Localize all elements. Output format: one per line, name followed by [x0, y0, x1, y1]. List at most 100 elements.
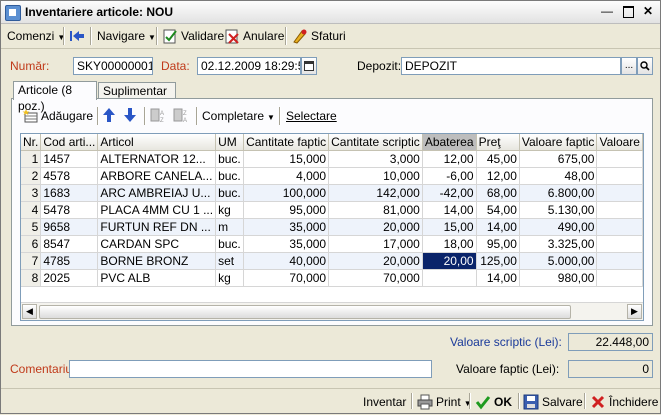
cell-extra[interactable] — [596, 218, 643, 236]
column-header[interactable]: Cantitate scriptic — [328, 134, 423, 151]
cell-articol[interactable]: PLACA 4MM CU 1 ... — [97, 201, 217, 219]
anulare-button[interactable]: Anulare — [224, 27, 284, 45]
column-header[interactable]: Preţ — [476, 134, 520, 151]
cell-abaterea[interactable]: 15,00 — [422, 218, 477, 236]
column-header[interactable]: Articol — [97, 134, 217, 151]
cell-extra[interactable] — [596, 269, 643, 287]
cell-scriptic[interactable]: 10,000 — [328, 167, 423, 185]
cell-articol[interactable]: BORNE BRONZ — [97, 252, 217, 270]
cell-valoare[interactable]: 48,00 — [519, 167, 598, 185]
selectare-button[interactable]: Selectare — [286, 107, 337, 125]
table-row[interactable]: 4 5478 PLACA 4MM CU 1 ... kg 95,000 81,0… — [21, 201, 643, 219]
cell-valoare[interactable]: 980,00 — [519, 269, 598, 287]
column-header[interactable]: Nr. — [21, 134, 42, 151]
data-field[interactable]: 02.12.2009 18:29:58 — [197, 57, 301, 75]
sort-desc-icon[interactable]: ZA — [173, 107, 189, 125]
cell-abaterea[interactable]: 18,00 — [422, 235, 477, 253]
cell-faptic[interactable]: 35,000 — [243, 218, 330, 236]
cell-scriptic[interactable]: 20,000 — [328, 218, 423, 236]
cell-abaterea[interactable]: -6,00 — [422, 167, 477, 185]
cell-scriptic[interactable]: 142,000 — [328, 184, 423, 202]
numar-field[interactable]: SKY00000001 — [73, 57, 153, 75]
validare-button[interactable]: Validare — [162, 27, 224, 45]
cell-cod[interactable]: 4785 — [40, 252, 99, 270]
cell-faptic[interactable]: 15,000 — [243, 150, 330, 168]
cell-faptic[interactable]: 35,000 — [243, 235, 330, 253]
table-row[interactable]: 8 2025 PVC ALB kg 70,000 70,000 14,00 98… — [21, 269, 643, 287]
comentariu-field[interactable] — [69, 360, 432, 378]
cell-faptic[interactable]: 95,000 — [243, 201, 330, 219]
column-header[interactable]: Valoare — [596, 134, 643, 151]
ellipsis-button[interactable]: ... — [621, 57, 637, 75]
cell-um[interactable]: buc. — [215, 184, 245, 202]
cell-um[interactable]: buc. — [215, 150, 245, 168]
cell-pret[interactable]: 12,00 — [476, 167, 520, 185]
table-row[interactable]: 5 9658 FURTUN REF DN ... m 35,000 20,000… — [21, 218, 643, 236]
articles-grid[interactable]: Nr. Cod arti... Articol UM Cantitate fap… — [20, 133, 644, 321]
tab-suplimentar[interactable]: Suplimentar — [98, 82, 176, 99]
sfaturi-button[interactable]: Sfaturi — [292, 27, 346, 45]
table-row[interactable]: 2 4578 ARBORE CANELA... buc. 4,000 10,00… — [21, 167, 643, 185]
inventar-button[interactable]: Inventar — [363, 393, 406, 411]
cell-articol[interactable]: PVC ALB — [97, 269, 217, 287]
cell-pret[interactable]: 95,00 — [476, 235, 520, 253]
column-header[interactable]: Abaterea — [422, 134, 477, 151]
navigare-menu[interactable]: Navigare ▼ — [97, 27, 156, 45]
horizontal-scrollbar[interactable]: ◀ ▶ — [21, 302, 643, 320]
table-row[interactable]: 6 8547 CARDAN SPC buc. 35,000 17,000 18,… — [21, 235, 643, 253]
tab-articole[interactable]: Articole (8 poz.) — [13, 81, 97, 113]
cell-cod[interactable]: 8547 — [40, 235, 99, 253]
cell-valoare[interactable]: 675,00 — [519, 150, 598, 168]
cell-valoare[interactable]: 6.800,00 — [519, 184, 598, 202]
cell-cod[interactable]: 9658 — [40, 218, 99, 236]
cell-abaterea[interactable]: -42,00 — [422, 184, 477, 202]
salvare-button[interactable]: Salvare — [523, 393, 583, 411]
cell-pret[interactable]: 14,00 — [476, 269, 520, 287]
cell-extra[interactable] — [596, 201, 643, 219]
depozit-field[interactable]: DEPOZIT — [401, 57, 621, 75]
cell-abaterea[interactable] — [422, 269, 477, 287]
back-arrow-icon[interactable] — [69, 27, 88, 45]
cell-articol[interactable]: CARDAN SPC — [97, 235, 217, 253]
cell-pret[interactable]: 54,00 — [476, 201, 520, 219]
cell-scriptic[interactable]: 81,000 — [328, 201, 423, 219]
minimize-icon[interactable]: — — [599, 4, 615, 19]
cell-valoare[interactable]: 3.325,00 — [519, 235, 598, 253]
cell-um[interactable]: kg — [215, 201, 245, 219]
cell-cod[interactable]: 2025 — [40, 269, 99, 287]
cell-faptic[interactable]: 100,000 — [243, 184, 330, 202]
table-row[interactable]: 3 1683 ARC AMBREIAJ U... buc. 100,000 14… — [21, 184, 643, 202]
cell-faptic[interactable]: 70,000 — [243, 269, 330, 287]
scroll-right-icon[interactable]: ▶ — [627, 304, 642, 319]
column-header[interactable]: Valoare faptic — [519, 134, 598, 151]
cell-cod[interactable]: 4578 — [40, 167, 99, 185]
cell-cod[interactable]: 1683 — [40, 184, 99, 202]
cell-valoare[interactable]: 490,00 — [519, 218, 598, 236]
search-icon[interactable] — [637, 57, 653, 75]
table-row[interactable]: 1 1457 ALTERNATOR 12... buc. 15,000 3,00… — [21, 150, 643, 168]
column-header[interactable]: Cantitate faptic — [243, 134, 330, 151]
inchidere-button[interactable]: Închidere — [590, 393, 658, 411]
cell-articol[interactable]: ARBORE CANELA... — [97, 167, 217, 185]
cell-extra[interactable] — [596, 235, 643, 253]
column-header[interactable]: UM — [215, 134, 245, 151]
close-icon[interactable]: ✕ — [640, 4, 656, 19]
cell-articol[interactable]: FURTUN REF DN ... — [97, 218, 217, 236]
cell-valoare[interactable]: 5.000,00 — [519, 252, 598, 270]
maximize-icon[interactable] — [620, 4, 636, 19]
move-up-icon[interactable] — [102, 107, 116, 125]
cell-valoare[interactable]: 5.130,00 — [519, 201, 598, 219]
cell-scriptic[interactable]: 17,000 — [328, 235, 423, 253]
print-button[interactable]: Print ▼ — [417, 393, 472, 411]
cell-faptic[interactable]: 40,000 — [243, 252, 330, 270]
calendar-icon[interactable] — [301, 57, 317, 75]
cell-extra[interactable] — [596, 150, 643, 168]
completare-menu[interactable]: Completare ▼ — [202, 107, 275, 125]
cell-cod[interactable]: 1457 — [40, 150, 99, 168]
sort-asc-icon[interactable]: AZ — [150, 107, 166, 125]
cell-abaterea[interactable]: 14,00 — [422, 201, 477, 219]
table-row[interactable]: 7 4785 BORNE BRONZ set 40,000 20,000 20,… — [21, 252, 643, 270]
cell-pret[interactable]: 125,00 — [476, 252, 520, 270]
move-down-icon[interactable] — [123, 107, 137, 125]
column-header[interactable]: Cod arti... — [40, 134, 99, 151]
